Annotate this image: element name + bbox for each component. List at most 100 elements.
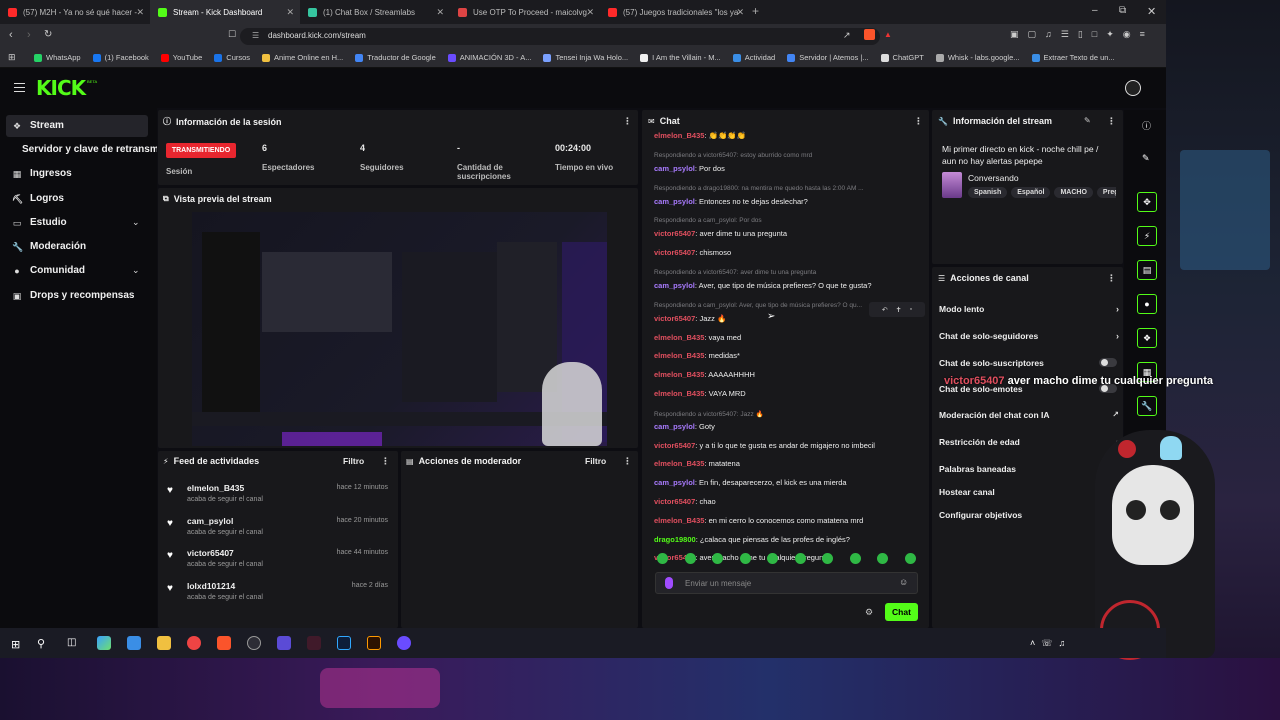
extensions-icons[interactable]: ▣▢♫☰▯□✦◉≡ — [1010, 29, 1154, 40]
chat-menu-icon[interactable]: ⋮ — [914, 116, 923, 127]
back-icon[interactable]: ‹ — [9, 29, 13, 41]
browser-tab[interactable]: Use OTP To Proceed - maicolvg.2002✕ — [450, 0, 600, 24]
feed-menu-icon[interactable]: ⋮ — [381, 456, 390, 467]
chat-username[interactable]: victor65407 — [654, 314, 695, 323]
emoji-icon[interactable]: ☺ — [899, 577, 908, 587]
chat-message[interactable]: elmelon_B435: matatena — [654, 459, 916, 468]
store-icon[interactable] — [127, 636, 141, 650]
browser-tab[interactable]: (1) Chat Box / Streamlabs ✕ — [300, 0, 450, 24]
chat-username[interactable]: elmelon_B435 — [654, 459, 704, 468]
bookmark-item[interactable]: (1) Facebook — [92, 53, 149, 62]
chevron-right-icon[interactable]: › — [1116, 304, 1119, 314]
brave-rewards-icon[interactable]: ▲ — [884, 30, 892, 39]
delete-icon[interactable]: ▫ — [910, 306, 912, 313]
broadcast-icon[interactable]: ❖ — [1137, 328, 1157, 348]
sidebar-item-moderacion[interactable]: 🔧 Moderación — [12, 241, 86, 252]
chat-message[interactable]: victor65407: chao — [654, 497, 916, 506]
bookmark-item[interactable]: Cursos — [214, 53, 250, 62]
chat-username[interactable]: drago19800 — [654, 535, 696, 544]
bookmark-item[interactable]: Actividad — [732, 53, 775, 62]
channel-actions-menu-icon[interactable]: ⋮ — [1107, 273, 1116, 284]
sidebar-item-ingresos[interactable]: ▦ Ingresos — [12, 168, 72, 179]
bookmark-item[interactable]: Anime Online en H... — [262, 53, 343, 62]
search-icon[interactable]: ⚲ — [37, 637, 45, 650]
chat-message[interactable]: victor65407: chismoso — [654, 248, 916, 257]
stream-info-menu-icon[interactable]: ⋮ — [1107, 116, 1116, 127]
clip-icon[interactable]: ✥ — [1137, 192, 1157, 212]
wrench-icon[interactable]: 🔧 — [1137, 396, 1157, 416]
photoshop-icon[interactable] — [337, 636, 351, 650]
bookmark-item[interactable]: Whisk - labs.google... — [935, 53, 1020, 62]
send-chat-button[interactable]: Chat — [885, 603, 918, 621]
channel-action-item[interactable]: Restricción de edad› — [939, 437, 1119, 447]
stream-tag[interactable]: Spanish — [968, 187, 1008, 198]
bookmark-item[interactable]: I Am the Villain - M... — [640, 53, 721, 62]
toggle-switch[interactable] — [1099, 358, 1117, 367]
external-link-icon[interactable]: ↗ — [1112, 410, 1119, 419]
mod-filter-button[interactable]: Filtro — [585, 456, 606, 466]
browser-tab[interactable]: (57) M2H - Ya no sé qué hacer - ✕ — [0, 0, 150, 24]
channel-action-item[interactable]: Chat de solo-suscriptores — [939, 358, 1119, 368]
chat-username[interactable]: elmelon_B435 — [654, 131, 704, 140]
bookmark-item[interactable]: Extraer Texto de un... — [1031, 53, 1115, 62]
emote-icon[interactable] — [794, 553, 806, 564]
channel-action-item[interactable]: Configurar objetivos — [939, 510, 1119, 520]
stream-preview-video[interactable] — [192, 212, 607, 446]
reply-icon[interactable]: ↶ — [882, 306, 888, 314]
emote-icon[interactable] — [904, 553, 916, 564]
chat-username[interactable]: elmelon_B435 — [654, 333, 704, 342]
pin-icon[interactable]: ✝ — [896, 306, 902, 314]
tab-close-icon[interactable]: ✕ — [736, 7, 744, 18]
bookmark-item[interactable]: Tensei Inja Wa Holo... — [543, 53, 628, 62]
mod-menu-icon[interactable]: ⋮ — [623, 456, 632, 467]
emote-icon[interactable] — [739, 553, 751, 564]
new-tab-button[interactable]: + — [752, 4, 759, 18]
emote-icon[interactable] — [849, 553, 861, 564]
feed-username[interactable]: elmelon_B435 — [187, 483, 244, 493]
chat-username[interactable]: cam_psylol — [654, 422, 695, 431]
chat-message[interactable]: elmelon_B435: en mi cerro lo conocemos c… — [654, 516, 916, 525]
channel-action-item[interactable]: Chat de solo-seguidores › — [939, 331, 1119, 341]
sidebar-item-stream[interactable]: ❖ Stream — [12, 120, 64, 131]
bookmark-item[interactable]: Traductor de Google — [355, 53, 436, 62]
chat-username[interactable]: elmelon_B435 — [654, 351, 704, 360]
pencil-icon[interactable]: ✎ — [1142, 153, 1150, 164]
url-text[interactable]: dashboard.kick.com/stream — [268, 31, 366, 40]
emote-icon[interactable] — [877, 553, 888, 564]
chat-message[interactable]: victor65407: aver dime tu una pregunta — [654, 229, 916, 238]
chat-username[interactable]: elmelon_B435 — [654, 516, 704, 525]
chat-username[interactable]: cam_psylol — [654, 197, 695, 206]
tab-close-icon[interactable]: ✕ — [136, 7, 144, 18]
sidebar-item-comunidad[interactable]: ● Comunidad — [12, 265, 85, 276]
site-info-icon[interactable]: ☰ — [252, 31, 259, 40]
chevron-down-icon[interactable]: ⌄ — [132, 265, 140, 276]
feed-filter-button[interactable]: Filtro — [343, 456, 364, 466]
chat-message[interactable]: elmelon_B435: medidas* — [654, 351, 916, 360]
chat-username[interactable]: victor65407 — [654, 248, 695, 257]
bookmark-item[interactable]: Servidor | Atemos |... — [787, 53, 869, 62]
chat-message[interactable]: elmelon_B435: AAAAAHHHH — [654, 370, 916, 379]
kick-logo[interactable]: KICK — [36, 76, 86, 100]
sidebar-item-logros[interactable]: ⛏ Logros — [12, 193, 64, 204]
close-window-button[interactable]: ✕ — [1147, 5, 1156, 18]
channel-action-item[interactable]: Palabras baneadas — [939, 464, 1119, 474]
chat-username[interactable]: victor65407 — [654, 229, 695, 238]
bookmark-item[interactable]: ANIMACIÓN 3D - A... — [447, 53, 531, 62]
feed-username[interactable]: cam_psylol — [187, 516, 233, 526]
channel-action-item[interactable]: Moderación del chat con IA ↗ — [939, 410, 1119, 420]
sidebar-item-drops[interactable]: ▣ Drops y recompensas — [12, 290, 135, 301]
illustrator-icon[interactable] — [367, 636, 381, 650]
chevron-down-icon[interactable]: ⌄ — [132, 217, 140, 228]
brave-shield-icon[interactable] — [864, 29, 875, 40]
task-view-icon[interactable]: ◫ — [67, 637, 76, 648]
edit-icon[interactable]: ✎ — [1084, 116, 1091, 125]
chat-username[interactable]: cam_psylol — [654, 478, 695, 487]
chat-bubble-icon[interactable]: ● — [1137, 294, 1157, 314]
sidebar-item-server-key[interactable]: Servidor y clave de retransm — [22, 144, 157, 155]
bookmark-item[interactable]: WhatsApp — [34, 53, 81, 62]
system-tray-icons[interactable]: ˄☏♫ — [1030, 638, 1071, 649]
menu-icon[interactable] — [14, 83, 25, 92]
apps-icon[interactable]: ⊞ — [8, 52, 16, 63]
discord-icon[interactable] — [397, 636, 411, 650]
gear-icon[interactable]: ⚙ — [865, 607, 873, 618]
